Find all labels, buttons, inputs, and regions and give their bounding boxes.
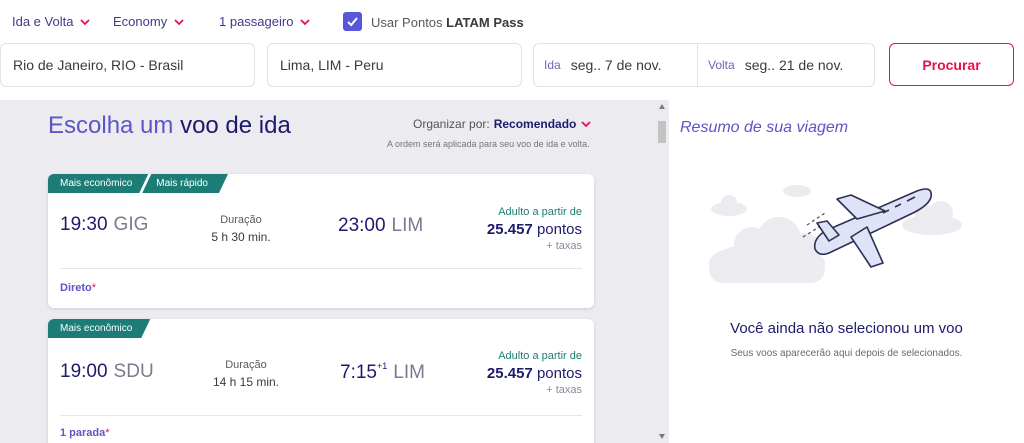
flight-tags: Mais econômico Mais rápido xyxy=(48,174,228,193)
sort-dropdown[interactable]: Organizar por: Recomendado xyxy=(413,117,592,131)
price-taxes: + taxas xyxy=(546,240,582,252)
search-button[interactable]: Procurar xyxy=(889,43,1014,86)
passengers-dropdown[interactable]: 1 passageiro xyxy=(219,14,311,29)
chevron-down-icon xyxy=(80,18,91,25)
return-label: Volta xyxy=(708,58,735,72)
tag-cheapest: Mais econômico xyxy=(48,319,150,338)
price-unit: pontos xyxy=(536,221,582,238)
cabin-dropdown[interactable]: Economy xyxy=(113,14,185,29)
stops-asterisk: * xyxy=(105,427,110,439)
tag-fastest: Mais rápido xyxy=(142,174,228,193)
destination-value: Lima, LIM - Peru xyxy=(280,57,384,73)
use-points-checkbox[interactable] xyxy=(343,12,362,31)
arrival-time: 23:00 xyxy=(338,215,386,236)
chevron-down-icon xyxy=(300,18,311,25)
heading-prefix: Escolha um xyxy=(48,112,174,139)
departure-airport: SDU xyxy=(113,361,154,382)
summary-title: Resumo de sua viagem xyxy=(680,119,849,136)
duration-value: 5 h 30 min. xyxy=(211,230,271,244)
arrival-airport: LIM xyxy=(393,362,425,383)
passengers-label: 1 passageiro xyxy=(219,14,294,29)
stops-asterisk: * xyxy=(91,282,97,294)
stops-text: 1 parada xyxy=(60,427,106,439)
card-divider xyxy=(60,415,582,416)
departure: 19:00 SDU xyxy=(60,361,154,383)
use-points-text: Usar Pontos xyxy=(371,15,443,30)
price-unit: pontos xyxy=(536,365,582,382)
latam-pass-brand: LATAM Pass xyxy=(446,15,524,30)
checkmark-icon xyxy=(347,17,358,27)
scroll-thumb[interactable] xyxy=(658,121,666,143)
price-label: Adulto a partir de xyxy=(498,350,582,362)
price-value: 25.457 pontos xyxy=(487,365,582,382)
arrival: 7:15+1 LIM xyxy=(340,361,425,384)
trip-type-dropdown[interactable]: Ida e Volta xyxy=(12,14,91,29)
price-amount: 25.457 xyxy=(486,221,533,238)
trip-summary-panel: Resumo de sua viagem Você ainda não sele… xyxy=(669,100,1024,443)
departure-time: 19:30 xyxy=(60,214,108,235)
page-title: Escolha um voo de ida xyxy=(48,112,291,140)
search-bar: Ida e Volta Economy 1 passageiro Usar Po… xyxy=(0,0,1024,100)
return-date-field[interactable]: Volta seg.. 21 de nov. xyxy=(708,44,843,86)
trip-type-label: Ida e Volta xyxy=(12,14,74,29)
duration: Duração 5 h 30 min. xyxy=(181,214,301,244)
duration-label: Duração xyxy=(225,359,267,371)
price-amount: 25.457 xyxy=(486,365,533,382)
stops-text: Direto xyxy=(60,282,92,294)
return-date-value: seg.. 21 de nov. xyxy=(744,57,844,73)
scroll-up-arrow[interactable] xyxy=(659,104,665,109)
airplane-clouds-illustration xyxy=(709,185,962,283)
chevron-down-icon xyxy=(581,121,592,128)
outbound-date-field[interactable]: Ida seg.. 7 de nov. xyxy=(544,44,662,86)
date-divider xyxy=(697,44,698,86)
origin-field[interactable]: Rio de Janeiro, RIO - Brasil xyxy=(0,43,255,87)
departure-airport: GIG xyxy=(113,214,149,235)
departure-time: 19:00 xyxy=(60,361,108,382)
duration-value: 14 h 15 min. xyxy=(212,375,280,389)
departure: 19:30 GIG xyxy=(60,214,148,236)
stops-link[interactable]: Direto* xyxy=(60,282,96,294)
cloud-icon xyxy=(783,185,811,197)
results-scrollbar[interactable] xyxy=(656,100,668,443)
price-value: 25.457 pontos xyxy=(487,221,582,238)
cabin-label: Economy xyxy=(113,14,168,29)
price-taxes: + taxas xyxy=(546,384,582,396)
cloud-icon xyxy=(711,195,747,216)
day-offset: +1 xyxy=(376,361,388,371)
scroll-down-arrow[interactable] xyxy=(659,434,665,439)
empty-state-subtitle: Seus voos aparecerão aqui depois de sele… xyxy=(730,348,963,359)
price: Adulto a partir de 25.457 pontos + taxas xyxy=(487,350,582,396)
cloud-icon xyxy=(709,217,825,283)
flight-tags: Mais econômico xyxy=(48,319,150,338)
origin-value: Rio de Janeiro, RIO - Brasil xyxy=(13,57,184,73)
flight-card[interactable]: Mais econômico 19:00 SDU Duração 14 h 15 … xyxy=(48,319,594,443)
arrival-time: 7:15 xyxy=(340,362,377,383)
card-divider xyxy=(60,268,582,269)
duration-label: Duração xyxy=(220,214,262,226)
heading-highlight: voo de ida xyxy=(180,112,291,139)
destination-field[interactable]: Lima, LIM - Peru xyxy=(267,43,522,87)
date-selector: Ida seg.. 7 de nov. Volta seg.. 21 de no… xyxy=(533,43,875,87)
price-label: Adulto a partir de xyxy=(498,206,582,218)
stops-link[interactable]: 1 parada* xyxy=(60,427,110,439)
outbound-date-value: seg.. 7 de nov. xyxy=(570,57,662,73)
arrival-airport: LIM xyxy=(391,215,424,236)
price: Adulto a partir de 25.457 pontos + taxas xyxy=(487,206,582,252)
sort-value: Recomendado xyxy=(493,117,577,131)
arrival: 23:00 LIM xyxy=(338,214,423,237)
duration: Duração 14 h 15 min. xyxy=(186,359,306,389)
chevron-down-icon xyxy=(174,18,184,25)
tag-cheapest: Mais econômico xyxy=(48,174,148,193)
empty-state-title: Você ainda não selecionou um voo xyxy=(730,320,963,337)
flight-card[interactable]: Mais econômico Mais rápido 19:30 GIG Dura… xyxy=(48,174,594,308)
sort-label: Organizar por: xyxy=(413,117,490,131)
outbound-label: Ida xyxy=(544,58,561,72)
use-points-label: Usar Pontos LATAM Pass xyxy=(371,15,524,30)
sort-note: A ordem será aplicada para seu voo de id… xyxy=(387,139,590,149)
